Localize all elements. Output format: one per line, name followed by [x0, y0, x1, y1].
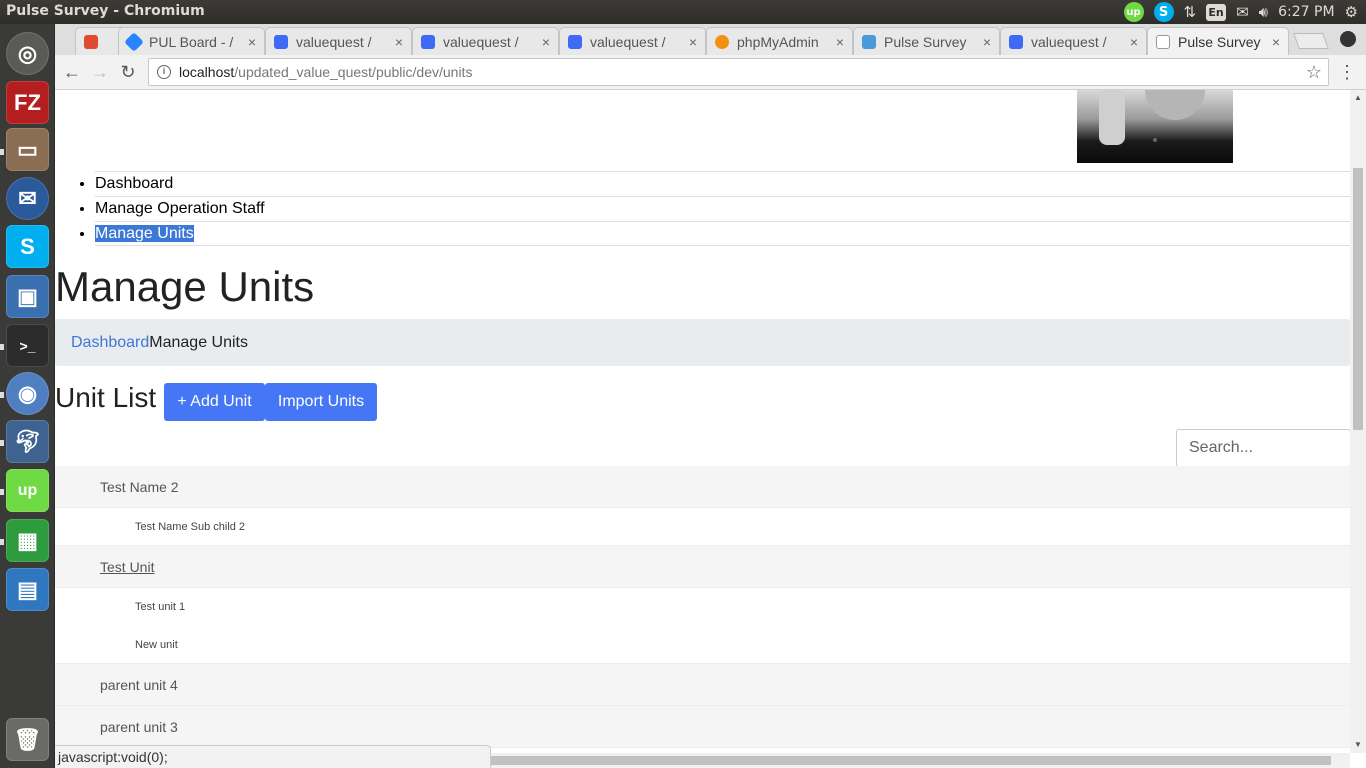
- settings-gear-icon[interactable]: ⚙: [1345, 3, 1358, 21]
- skype-icon[interactable]: S: [6, 225, 49, 268]
- bitbucket-favicon-icon: [274, 34, 288, 49]
- unit-row-parent[interactable]: parent unit 4: [55, 664, 1350, 706]
- running-indicator: [0, 539, 4, 545]
- phpmyadmin-favicon-icon: [715, 34, 729, 49]
- breadcrumb-dashboard-link[interactable]: Dashboard: [71, 334, 149, 352]
- clock[interactable]: 6:27 PM: [1278, 4, 1334, 20]
- running-indicator: [0, 440, 4, 446]
- close-tab-icon[interactable]: ×: [1130, 34, 1138, 50]
- close-tab-icon[interactable]: ×: [689, 34, 697, 50]
- scroll-up-arrow-icon[interactable]: ▲: [1354, 93, 1362, 102]
- nav-item-manage-units[interactable]: Manage Units: [95, 221, 1350, 246]
- unit-list: Test Name 2 Test Name Sub child 2 Test U…: [55, 466, 1350, 748]
- code-favicon-icon: [84, 34, 98, 49]
- upwork-tray-icon[interactable]: up: [1123, 2, 1144, 22]
- close-tab-icon[interactable]: ×: [248, 34, 256, 50]
- dash-icon[interactable]: ◎: [6, 32, 49, 75]
- pulse-favicon-icon: [862, 34, 876, 49]
- browser-tab[interactable]: valuequest / ×: [1000, 27, 1147, 55]
- browser-tab[interactable]: valuequest / ×: [412, 27, 559, 55]
- close-tab-icon[interactable]: ×: [395, 34, 403, 50]
- add-unit-button[interactable]: + Add Unit: [164, 383, 265, 421]
- scrollbar-thumb[interactable]: [491, 756, 1331, 765]
- close-tab-icon[interactable]: ×: [983, 34, 991, 50]
- unit-row-parent[interactable]: Test Unit: [55, 546, 1350, 588]
- new-tab-button[interactable]: [1293, 33, 1329, 49]
- nav-item-dashboard[interactable]: Dashboard: [95, 171, 1350, 196]
- filezilla-icon[interactable]: FZ: [6, 81, 49, 124]
- scroll-down-arrow-icon[interactable]: ▼: [1354, 740, 1362, 749]
- bitbucket-favicon-icon: [1009, 34, 1023, 49]
- trash-icon[interactable]: 🗑︎: [6, 718, 49, 761]
- impress-icon[interactable]: ▤: [6, 568, 49, 611]
- unit-row-child[interactable]: Test unit 1: [55, 588, 1350, 626]
- volume-icon[interactable]: 🔊︎: [1259, 3, 1268, 21]
- horizontal-scrollbar[interactable]: [491, 753, 1350, 768]
- mail-icon[interactable]: ✉: [1236, 3, 1249, 21]
- browser-tab[interactable]: PUL Board - / ×: [118, 27, 265, 55]
- bitbucket-favicon-icon: [568, 34, 582, 49]
- scrollbar-thumb[interactable]: [1353, 168, 1363, 430]
- back-arrow-icon[interactable]: ←: [60, 60, 84, 84]
- browser-tab-strip: PUL Board - / × valuequest / × valueques…: [55, 24, 1366, 55]
- link-status-bubble: javascript:void(0);: [55, 745, 491, 768]
- window-title: Pulse Survey - Chromium: [6, 3, 205, 19]
- side-navigation: Dashboard Manage Operation Staff Manage …: [95, 171, 1350, 246]
- address-bar[interactable]: i localhost/updated_value_quest/public/d…: [148, 58, 1329, 86]
- thunderbird-icon[interactable]: ✉: [6, 177, 49, 220]
- files-icon[interactable]: ▭: [6, 128, 49, 171]
- unit-row-child[interactable]: New unit: [55, 626, 1350, 664]
- running-indicator: [0, 344, 4, 350]
- reload-icon[interactable]: ↻: [116, 60, 140, 84]
- network-icon[interactable]: ⇅: [1184, 3, 1197, 21]
- browser-tab[interactable]: valuequest / ×: [559, 27, 706, 55]
- profile-icon[interactable]: [1340, 31, 1356, 47]
- header-profile-image: [1077, 90, 1233, 163]
- breadcrumb: Dashboard Manage Units: [55, 319, 1350, 366]
- page-viewport: Dashboard Manage Operation Staff Manage …: [55, 90, 1350, 753]
- keyboard-layout-indicator[interactable]: En: [1206, 3, 1227, 21]
- close-tab-icon[interactable]: ×: [542, 34, 550, 50]
- unit-row-child[interactable]: Test Name Sub child 2: [55, 508, 1350, 546]
- vertical-scrollbar[interactable]: ▲ ▼: [1350, 90, 1366, 753]
- site-info-icon[interactable]: i: [157, 65, 171, 79]
- system-tray: up S ⇅ En ✉ 🔊︎ 6:27 PM ⚙: [1123, 0, 1358, 24]
- bookmark-star-icon[interactable]: ☆: [1306, 62, 1322, 83]
- skype-tray-icon[interactable]: S: [1153, 2, 1174, 22]
- browser-tab[interactable]: Pulse Survey ×: [853, 27, 1000, 55]
- browser-toolbar: ← → ↻ i localhost/updated_value_quest/pu…: [55, 55, 1366, 90]
- browser-tab[interactable]: valuequest / ×: [265, 27, 412, 55]
- unit-list-heading: Unit List: [55, 382, 157, 413]
- os-top-bar: Pulse Survey - Chromium up S ⇅ En ✉ 🔊︎ 6…: [0, 0, 1366, 24]
- breadcrumb-current: Manage Units: [149, 333, 248, 351]
- nav-item-manage-operation-staff[interactable]: Manage Operation Staff: [95, 196, 1350, 221]
- search-input[interactable]: [1176, 429, 1350, 467]
- browser-tab[interactable]: phpMyAdmin ×: [706, 27, 853, 55]
- close-tab-icon[interactable]: ×: [836, 34, 844, 50]
- calc-icon[interactable]: ▦: [6, 519, 49, 562]
- terminal-icon[interactable]: >_: [6, 324, 49, 367]
- browser-menu-icon[interactable]: ⋮: [1338, 62, 1356, 83]
- running-indicator: [0, 489, 4, 495]
- mysql-workbench-icon[interactable]: 🐬︎: [6, 420, 49, 463]
- bitbucket-favicon-icon: [421, 34, 435, 49]
- unit-row-parent[interactable]: Test Name 2: [55, 466, 1350, 508]
- jira-favicon-icon: [124, 31, 144, 52]
- running-indicator: [0, 392, 4, 398]
- unity-launcher: ◎ FZ ▭ ✉ S ▣ >_ ◉ 🐬︎ up ▦ ▤ 🗑︎: [0, 24, 55, 768]
- browser-tab-active[interactable]: Pulse Survey ×: [1147, 27, 1289, 55]
- upwork-icon[interactable]: up: [6, 469, 49, 512]
- page-title: Manage Units: [55, 263, 315, 310]
- forward-arrow-icon[interactable]: →: [88, 60, 112, 84]
- import-units-button[interactable]: Import Units: [265, 383, 377, 421]
- page-favicon-icon: [1156, 34, 1170, 49]
- close-tab-icon[interactable]: ×: [1272, 34, 1280, 50]
- chromium-icon[interactable]: ◉: [6, 372, 49, 415]
- unit-row-parent[interactable]: parent unit 3: [55, 706, 1350, 748]
- running-indicator: [0, 149, 4, 155]
- virtualbox-icon[interactable]: ▣: [6, 275, 49, 318]
